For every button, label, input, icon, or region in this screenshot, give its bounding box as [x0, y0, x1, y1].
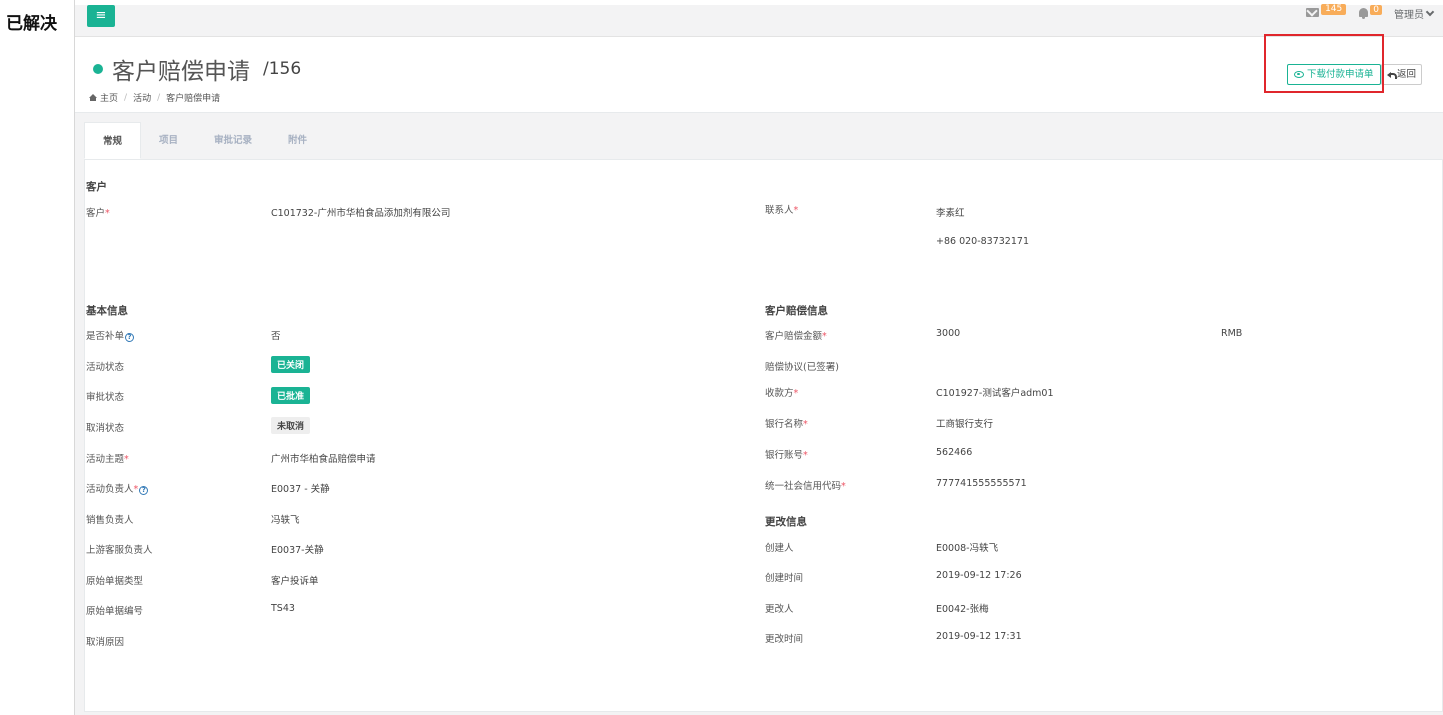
status-dot-icon [93, 64, 103, 74]
top-navbar: ≡ 145 0 管理员 [75, 4, 1443, 37]
bars-icon: ≡ [95, 8, 107, 23]
field-value-modified-time: 2019-09-12 17:31 [936, 631, 1022, 642]
menu-toggle-button[interactable]: ≡ [87, 5, 115, 27]
section-title-customer: 客户 [86, 181, 107, 193]
field-label-activity-owner: 活动负责人*? [86, 481, 149, 495]
tab-bar: 常规 项目 审批记录 附件 [84, 122, 1443, 160]
field-value-contact-name[interactable]: 李素红 [936, 205, 965, 219]
mail-count-badge: 145 [1321, 4, 1347, 15]
breadcrumb-home[interactable]: 主页 [100, 91, 118, 104]
field-value-modified-by: E0042-张梅 [936, 604, 989, 615]
tab-general[interactable]: 常规 [84, 122, 142, 159]
field-value-customer[interactable]: C101732-广州市华柏食品添加剂有限公司 [271, 205, 450, 219]
breadcrumb: 主页 / 活动 / 客户赔偿申请 [89, 91, 220, 104]
home-icon [89, 94, 97, 101]
field-label-modified-by: 更改人 [765, 604, 794, 615]
mail-icon[interactable] [1306, 8, 1320, 18]
tab-content-panel: 客户 客户* C101732-广州市华柏食品添加剂有限公司 联系人* 李素红 +… [84, 160, 1443, 712]
field-value-activity-owner[interactable]: E0037 - 关静 [271, 481, 330, 495]
field-value-bank-account: 562466 [936, 447, 973, 458]
reply-icon [1387, 71, 1397, 79]
tab-items[interactable]: 项目 [141, 122, 196, 159]
field-value-contact-phone: +86 020-83732171 [936, 236, 1029, 247]
status-badge-closed: 已关闭 [271, 356, 311, 373]
field-value-activity-subject: 广州市华柏食品赔偿申请 [271, 454, 376, 465]
field-value-compensation-amount: 3000 [936, 328, 961, 339]
top-right-tools: 145 0 管理员 [1306, 4, 1435, 21]
status-badge-not-cancelled: 未取消 [271, 417, 311, 434]
section-title-basic-info: 基本信息 [86, 305, 128, 317]
status-badge-approved: 已批准 [271, 387, 311, 404]
field-label-sales-owner: 销售负责人 [86, 515, 134, 526]
field-label-bank-name: 银行名称* [765, 419, 808, 430]
field-label-source-doc-type: 原始单据类型 [86, 576, 144, 587]
content-wrapper: 常规 项目 审批记录 附件 客户 客户* C101732-广州市华柏食品添加剂有… [75, 113, 1443, 715]
tab-approval-records[interactable]: 审批记录 [196, 122, 270, 159]
field-label-bank-account: 银行账号* [765, 450, 808, 461]
field-label-credit-code: 统一社会信用代码* [765, 481, 846, 492]
page-heading: 客户赔偿申请 /156 主页 / 活动 / 客户赔偿申请 下载付款申请单 返回 [75, 34, 1443, 113]
field-label-activity-status: 活动状态 [86, 362, 125, 373]
field-label-cancel-status: 取消状态 [86, 423, 125, 434]
field-label-customer: 客户* [86, 208, 110, 219]
back-button-label: 返回 [1397, 69, 1417, 80]
breadcrumb-current: 客户赔偿申请 [166, 94, 221, 104]
field-value-payee[interactable]: C101927-测试客户adm01 [936, 385, 1054, 399]
record-id: /156 [263, 59, 302, 79]
breadcrumb-separator: / [124, 92, 128, 103]
field-label-compensation-agreement: 赔偿协议(已签署) [765, 362, 839, 373]
annotation-highlight-box [1264, 34, 1384, 93]
field-value-created-by: E0008-冯轶飞 [936, 543, 999, 554]
field-value-currency: RMB [1221, 328, 1243, 339]
field-value-created-time: 2019-09-12 17:26 [936, 570, 1022, 581]
help-icon[interactable]: ? [125, 333, 135, 342]
page-title: 客户赔偿申请 [112, 59, 250, 85]
notify-count-badge: 0 [1370, 4, 1382, 15]
field-label-cancel-reason: 取消原因 [86, 637, 125, 648]
chevron-down-icon[interactable] [1425, 7, 1435, 16]
field-value-source-doc-type: 客户投诉单 [271, 576, 319, 587]
help-icon[interactable]: ? [139, 486, 149, 495]
field-label-activity-subject: 活动主题* [86, 454, 129, 465]
field-value-source-doc-number[interactable]: TS43 [271, 603, 295, 614]
field-value-credit-code: 777741555555571 [936, 478, 1027, 489]
field-label-contact: 联系人* [765, 205, 799, 216]
resolved-label: 已解决 [6, 14, 57, 34]
bell-icon[interactable] [1358, 7, 1369, 19]
field-label-modified-time: 更改时间 [765, 634, 804, 645]
field-label-created-time: 创建时间 [765, 573, 804, 584]
breadcrumb-activity[interactable]: 活动 [133, 91, 151, 104]
field-label-created-by: 创建人 [765, 543, 794, 554]
field-label-compensation-amount: 客户赔偿金额* [765, 331, 827, 342]
back-button[interactable]: 返回 [1381, 64, 1423, 85]
field-value-sales-owner: 冯轶飞 [271, 515, 300, 526]
field-label-payee: 收款方* [765, 388, 799, 399]
field-label-supplement: 是否补单? [86, 328, 135, 342]
user-menu[interactable]: 管理员 [1394, 6, 1424, 21]
breadcrumb-separator: / [157, 92, 161, 103]
tab-attachments[interactable]: 附件 [270, 122, 325, 159]
field-label-approval-status: 审批状态 [86, 392, 125, 403]
field-label-source-doc-number: 原始单据编号 [86, 606, 144, 617]
section-title-compensation: 客户赔偿信息 [765, 305, 828, 317]
field-value-bank-name: 工商银行支行 [936, 419, 994, 430]
section-title-change-info: 更改信息 [765, 516, 807, 528]
field-label-upstream-service-owner: 上游客服负责人 [86, 545, 153, 556]
field-value-upstream-service-owner: E0037-关静 [271, 545, 324, 556]
field-value-supplement: 否 [271, 331, 281, 342]
